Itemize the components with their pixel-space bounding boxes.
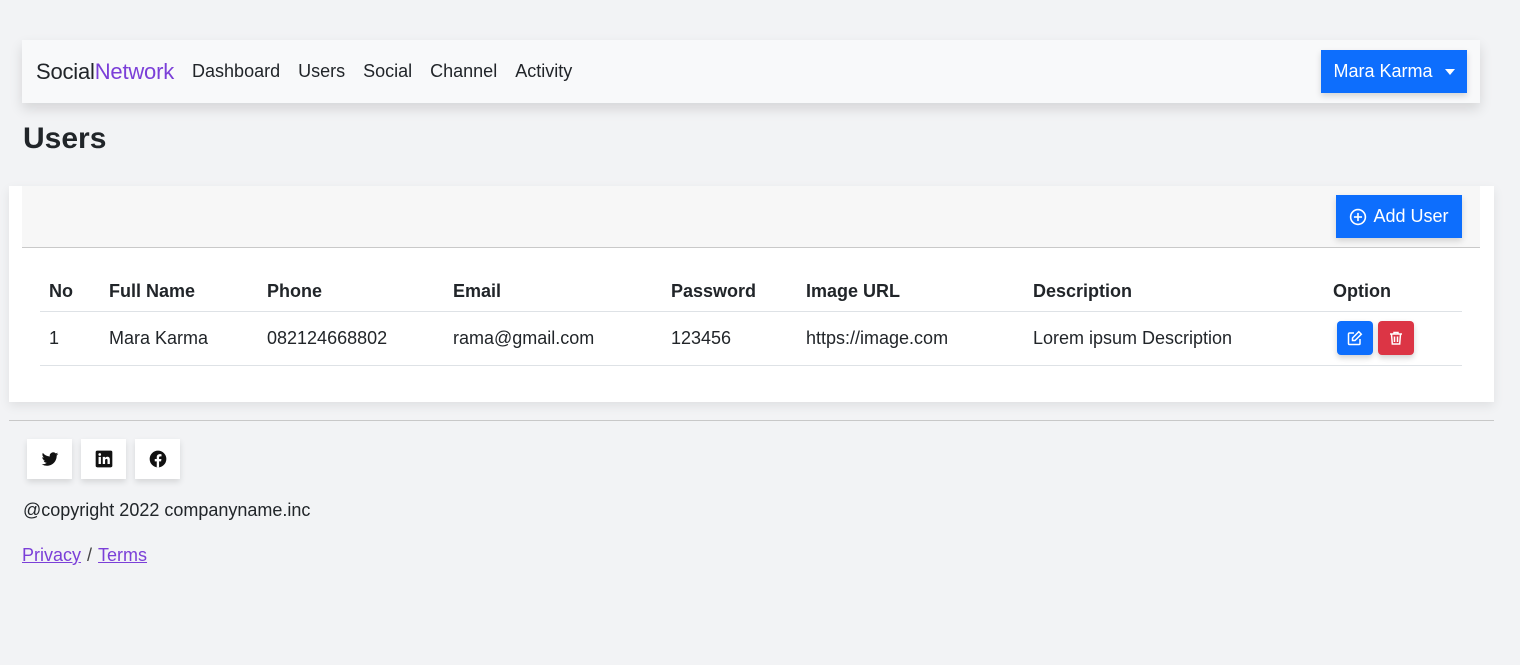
brand-logo[interactable]: SocialNetwork xyxy=(36,59,174,85)
linkedin-icon xyxy=(95,450,112,468)
nav-link-activity[interactable]: Activity xyxy=(515,61,572,82)
column-header-image-url: Image URL xyxy=(797,272,1024,312)
cell-email: rama@gmail.com xyxy=(444,311,662,366)
column-header-phone: Phone xyxy=(258,272,444,312)
brand-name-part1: Social xyxy=(36,58,95,84)
cell-options xyxy=(1324,311,1462,366)
linkedin-button[interactable] xyxy=(81,439,126,479)
nav-link-users[interactable]: Users xyxy=(298,61,345,82)
trash-icon xyxy=(1390,331,1402,345)
plus-circle-icon xyxy=(1350,208,1367,225)
cell-full-name: Mara Karma xyxy=(100,311,258,366)
nav-links: Dashboard Users Social Channel Activity xyxy=(192,61,590,82)
terms-link[interactable]: Terms xyxy=(98,545,147,565)
table-header-row: No Full Name Phone Email Password Image … xyxy=(40,272,1462,312)
nav-link-social[interactable]: Social xyxy=(363,61,412,82)
column-header-password: Password xyxy=(662,272,797,312)
user-menu-button[interactable]: Mara Karma xyxy=(1321,50,1467,93)
add-user-label: Add User xyxy=(1373,206,1449,226)
edit-icon xyxy=(1347,330,1363,346)
privacy-link[interactable]: Privacy xyxy=(22,545,81,565)
column-header-description: Description xyxy=(1024,272,1324,312)
facebook-icon xyxy=(149,450,166,468)
brand-name-part2: Network xyxy=(94,58,175,84)
cell-phone: 082124668802 xyxy=(258,311,444,366)
page-title: Users xyxy=(23,122,107,155)
nav-link-channel[interactable]: Channel xyxy=(430,61,497,82)
navbar: SocialNetwork Dashboard Users Social Cha… xyxy=(22,40,1480,103)
footer-links: Privacy / Terms xyxy=(22,545,147,566)
column-header-no: No xyxy=(40,272,100,312)
cell-image-url: https://image.com xyxy=(797,311,1024,366)
users-table: No Full Name Phone Email Password Image … xyxy=(40,272,1462,366)
column-header-full-name: Full Name xyxy=(100,272,258,312)
facebook-button[interactable] xyxy=(135,439,180,479)
column-header-email: Email xyxy=(444,272,662,312)
social-links xyxy=(27,439,180,479)
user-menu-label: Mara Karma xyxy=(1333,61,1433,81)
column-header-option: Option xyxy=(1324,272,1462,312)
card-header: Add User xyxy=(22,186,1480,248)
footer-divider xyxy=(9,420,1494,421)
copyright-text: @copyright 2022 companyname.inc xyxy=(23,500,311,520)
users-card: Add User No Full Name Phone Email Passwo… xyxy=(9,186,1494,402)
delete-button[interactable] xyxy=(1378,321,1414,355)
twitter-icon xyxy=(41,452,58,466)
cell-description: Lorem ipsum Description xyxy=(1024,311,1324,366)
link-separator: / xyxy=(87,545,93,565)
cell-no: 1 xyxy=(40,311,100,366)
add-user-button[interactable]: Add User xyxy=(1336,195,1462,238)
cell-password: 123456 xyxy=(662,311,797,366)
caret-down-icon xyxy=(1444,68,1455,75)
nav-link-dashboard[interactable]: Dashboard xyxy=(192,61,280,82)
table-row: 1 Mara Karma 082124668802 rama@gmail.com… xyxy=(40,311,1462,366)
twitter-button[interactable] xyxy=(27,439,72,479)
edit-button[interactable] xyxy=(1337,321,1373,355)
